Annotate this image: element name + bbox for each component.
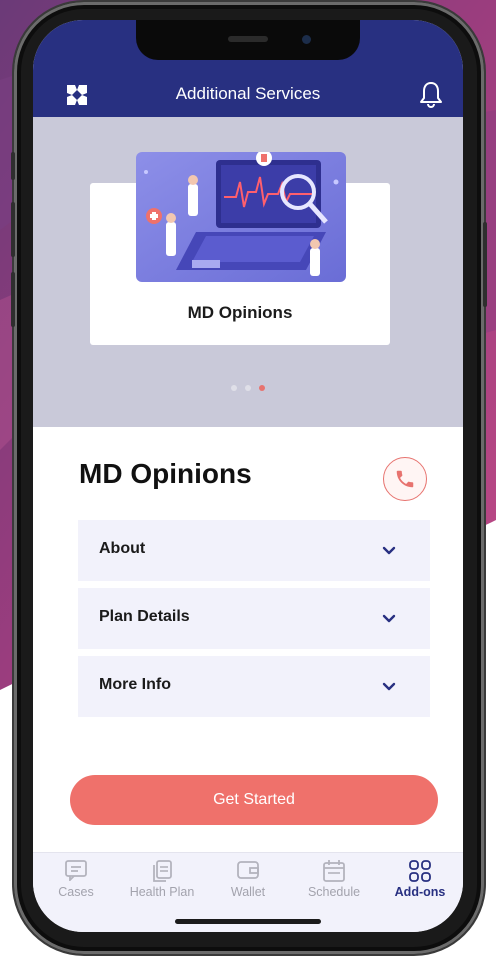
phone-icon — [396, 470, 414, 488]
tab-label: Health Plan — [129, 885, 195, 899]
tab-health-plan[interactable]: Health Plan — [119, 853, 205, 913]
app-screen: Additional Services MD Opinions MD Opini… — [33, 20, 463, 932]
tab-label: Cases — [58, 885, 94, 899]
get-started-button[interactable]: Get Started — [70, 775, 438, 825]
call-button[interactable] — [383, 457, 427, 501]
accordion-plan-details[interactable]: Plan Details — [78, 588, 430, 649]
pagination-dot-active[interactable] — [259, 385, 265, 391]
tab-wallet[interactable]: Wallet — [205, 853, 291, 913]
wallet-icon — [237, 861, 259, 879]
accordion-label: About — [99, 540, 146, 557]
page-title: Additional Services — [175, 84, 321, 103]
md-opinions-illustration — [136, 152, 346, 282]
tab-label: Add-ons — [394, 885, 446, 899]
tab-schedule[interactable]: Schedule — [291, 853, 377, 913]
chevron-down-icon — [382, 614, 396, 623]
pagination-dot[interactable] — [245, 385, 251, 391]
service-title: MD Opinions — [79, 458, 252, 489]
chevron-down-icon — [382, 546, 396, 555]
chevron-down-icon — [382, 682, 396, 691]
pagination-dot[interactable] — [231, 385, 237, 391]
calendar-icon — [323, 860, 345, 882]
accordion-label: Plan Details — [99, 608, 190, 625]
camera — [302, 35, 311, 44]
accordion-about[interactable]: About — [78, 520, 430, 581]
tab-cases[interactable]: Cases — [33, 853, 119, 913]
message-icon — [65, 860, 87, 881]
accordion-more-info[interactable]: More Info — [78, 656, 430, 717]
speaker — [228, 36, 268, 42]
tab-label: Schedule — [307, 885, 361, 899]
tab-add-ons[interactable]: Add-ons — [377, 853, 463, 913]
home-indicator — [175, 919, 321, 924]
tab-label: Wallet — [230, 885, 266, 899]
services-carousel[interactable]: MD Opinions — [33, 117, 463, 427]
bell-icon[interactable] — [418, 80, 444, 108]
accordion-label: More Info — [99, 676, 171, 693]
service-card-title: MD Opinions — [187, 303, 293, 322]
notch — [136, 20, 360, 60]
grid-icon — [409, 860, 431, 882]
documents-icon — [153, 860, 172, 882]
carousel-pagination — [33, 376, 463, 395]
